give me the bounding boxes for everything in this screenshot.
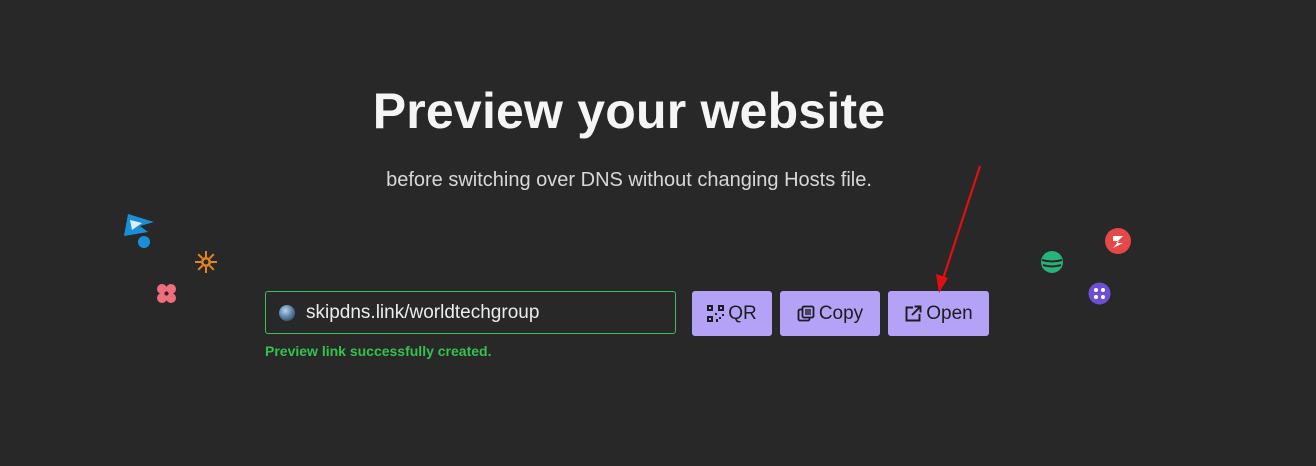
copy-button[interactable]: Copy	[780, 291, 880, 336]
qr-button-label: QR	[728, 302, 757, 324]
annotation-arrow-icon	[936, 165, 982, 293]
page: Preview your website before switching ov…	[0, 0, 1316, 466]
green-ball-icon	[1041, 251, 1063, 273]
preview-link-field[interactable]	[265, 291, 676, 334]
qr-code-icon	[707, 305, 725, 322]
pink-flower-icon	[157, 284, 176, 303]
page-title: Preview your website	[372, 83, 886, 139]
copy-button-label: Copy	[818, 302, 864, 324]
purple-dots-icon	[1088, 282, 1111, 305]
orange-sun-icon	[195, 251, 217, 273]
red-lightning-icon	[1105, 228, 1131, 254]
preview-link-status: Preview link successfully created.	[265, 343, 492, 359]
page-subtitle: before switching over DNS without changi…	[386, 169, 872, 191]
external-link-icon	[905, 305, 922, 321]
copy-icon	[797, 305, 815, 321]
open-button-label: Open	[926, 302, 973, 324]
preview-link-input[interactable]	[306, 301, 666, 324]
blue-logo-icon	[124, 214, 154, 248]
qr-button[interactable]: QR	[692, 291, 772, 336]
globe-favicon-icon	[279, 304, 295, 321]
